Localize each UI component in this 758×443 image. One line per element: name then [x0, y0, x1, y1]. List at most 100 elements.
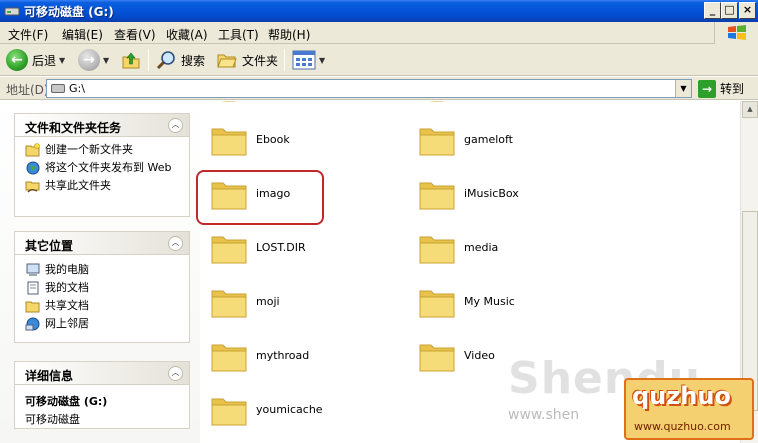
file-tasks-panel: 文件和文件夹任务 ︿ 创建一个新文件夹 将这个文件夹发布到 Web 共享此文件夹 [14, 113, 190, 217]
drive-icon [4, 7, 20, 16]
collapse-icon[interactable]: ︿ [168, 118, 183, 133]
scroll-up-button[interactable]: ▲ [742, 101, 758, 118]
badge-title: quzhuo [632, 382, 731, 410]
folder-name: iMusicBox [464, 187, 519, 200]
folder-item[interactable]: media [408, 227, 608, 273]
chevron-down-icon: ▼ [59, 55, 66, 65]
task-publish-web-label: 将这个文件夹发布到 Web [45, 161, 172, 174]
windows-flag-icon [728, 25, 746, 40]
address-value: G:\ [69, 82, 85, 95]
task-new-folder[interactable]: 创建一个新文件夹 [15, 143, 189, 159]
collapse-icon[interactable]: ︿ [168, 236, 183, 251]
place-network[interactable]: 网上邻居 [15, 317, 189, 333]
task-pane: 文件和文件夹任务 ︿ 创建一个新文件夹 将这个文件夹发布到 Web 共享此文件夹… [0, 101, 200, 443]
chevron-down-icon: ▼ [103, 55, 110, 65]
folder-item[interactable]: iMusicBox [408, 173, 608, 219]
menu-view[interactable]: 查看(V) [114, 26, 156, 43]
address-bar: 地址(D) G:\ ▼ → 转到 [0, 77, 758, 100]
place-my-documents[interactable]: 我的文档 [15, 281, 189, 297]
window-title: 可移动磁盘 (G:) [24, 5, 114, 19]
collapse-icon[interactable]: ︿ [168, 366, 183, 381]
place-my-computer[interactable]: 我的电脑 [15, 263, 189, 279]
title-bar[interactable]: 可移动磁盘 (G:) _ □ × [0, 0, 758, 22]
file-tasks-title: 文件和文件夹任务 [25, 121, 122, 135]
menu-tools[interactable]: 工具(T) [218, 26, 259, 43]
folder-name: Ebook [256, 133, 290, 146]
maximize-button[interactable]: □ [721, 2, 738, 19]
forward-button[interactable]: → ▼ [78, 48, 109, 72]
forward-arrow-icon: → [78, 49, 100, 71]
globe-icon [26, 161, 40, 175]
details-panel: 详细信息 ︿ 可移动磁盘 (G:) 可移动磁盘 [14, 361, 190, 429]
go-button[interactable]: → 转到 [698, 79, 744, 98]
menu-favorites[interactable]: 收藏(A) [166, 26, 208, 43]
folder-icon [211, 290, 247, 318]
other-places-header[interactable]: 其它位置 ︿ [15, 232, 189, 255]
search-label: 搜索 [181, 53, 206, 68]
place-shared-documents-label: 共享文档 [45, 299, 89, 312]
folder-icon [25, 301, 40, 313]
folder-name: My Music [464, 295, 515, 308]
go-arrow-icon: → [698, 79, 716, 98]
address-label: 地址(D) [6, 83, 49, 97]
computer-icon [26, 263, 40, 276]
views-icon [292, 50, 316, 70]
folder-icon [419, 344, 455, 372]
task-publish-web[interactable]: 将这个文件夹发布到 Web [15, 161, 189, 177]
drive-icon [51, 84, 65, 93]
folder-icon [419, 128, 455, 156]
folder-icon [211, 398, 247, 426]
views-button[interactable]: ▼ [292, 48, 325, 72]
folder-item[interactable]: LOST.DIR [200, 227, 400, 273]
details-header[interactable]: 详细信息 ︿ [15, 362, 189, 385]
task-new-folder-label: 创建一个新文件夹 [45, 143, 133, 156]
menu-edit[interactable]: 编辑(E) [62, 26, 103, 43]
folder-icon [211, 128, 247, 156]
documents-icon [27, 281, 39, 295]
go-label: 转到 [720, 82, 745, 96]
folder-item[interactable]: mythroad [200, 335, 400, 381]
back-button[interactable]: ← 后退 ▼ [6, 48, 65, 72]
minimize-button[interactable]: _ [704, 2, 721, 19]
folder-icon [428, 101, 446, 102]
menu-file[interactable]: 文件(F) [8, 26, 48, 43]
folder-item[interactable]: youmicache [200, 389, 400, 435]
place-my-computer-label: 我的电脑 [45, 263, 89, 276]
close-button[interactable]: × [739, 2, 756, 19]
place-shared-documents[interactable]: 共享文档 [15, 299, 189, 315]
search-button[interactable]: 搜索 [156, 48, 205, 72]
folders-button[interactable]: 文件夹 [216, 48, 278, 72]
network-icon [25, 317, 40, 331]
toolbar-separator [284, 49, 285, 71]
shared-folder-icon [25, 181, 40, 193]
up-button[interactable] [120, 48, 142, 72]
folder-icon [419, 290, 455, 318]
folders-icon [217, 54, 237, 68]
place-my-documents-label: 我的文档 [45, 281, 89, 294]
folder-item[interactable]: My Music [408, 281, 608, 327]
quzhuo-badge: quzhuo www.quzhuo.com [624, 378, 754, 440]
folder-icon [211, 236, 247, 264]
folder-icon [220, 101, 238, 102]
folder-item[interactable]: moji [200, 281, 400, 327]
folder-name: Video [464, 349, 495, 362]
file-tasks-header[interactable]: 文件和文件夹任务 ︿ [15, 114, 189, 137]
menu-help[interactable]: 帮助(H) [268, 26, 310, 43]
folder-item[interactable]: Ebook [200, 119, 400, 165]
folder-item[interactable]: gameloft [408, 119, 608, 165]
address-input[interactable]: G:\ ▼ [46, 79, 692, 98]
toolbar: ← 后退 ▼ → ▼ 搜索 文件夹 ▼ [0, 44, 758, 76]
folder-icon [419, 182, 455, 210]
back-arrow-icon: ← [6, 49, 28, 71]
folder-name: gameloft [464, 133, 513, 146]
badge-url: www.quzhuo.com [634, 420, 731, 433]
toolbar-separator [148, 49, 149, 71]
address-dropdown[interactable]: ▼ [675, 80, 691, 97]
back-label: 后退 [32, 53, 57, 68]
folder-name: LOST.DIR [256, 241, 306, 254]
task-share-folder[interactable]: 共享此文件夹 [15, 179, 189, 195]
details-title: 详细信息 [25, 369, 74, 383]
folder-name: media [464, 241, 499, 254]
details-name: 可移动磁盘 (G:) [25, 395, 108, 408]
other-places-panel: 其它位置 ︿ 我的电脑 我的文档 共享文档 网上邻居 [14, 231, 190, 343]
